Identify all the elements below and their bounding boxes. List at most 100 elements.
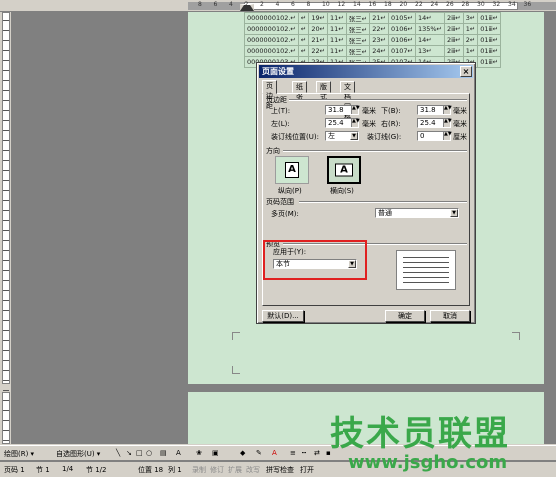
default-button[interactable]: 默认(D)... <box>262 310 304 322</box>
document-table[interactable]: 0000000102.↵ ↵ 19↵ 11↵ 张三↵ 21↵ 0105↵ 14↵ 2ⅲ↵ 3↵ 01… <box>244 12 502 68</box>
status-ovr[interactable]: 改写 <box>246 465 260 475</box>
table-cell[interactable]: 2ⅲ↵ <box>443 23 464 35</box>
table-cell[interactable]: 3↵ <box>462 12 479 24</box>
table-cell[interactable]: 11↵ <box>327 12 347 24</box>
top-margin-input[interactable]: 31.8 ▲▼ <box>325 105 360 115</box>
rectangle-tool-icon[interactable]: □ <box>136 449 143 457</box>
arrow-tool-icon[interactable]: ↘ <box>126 449 132 457</box>
tab-docgrid[interactable]: 文档网格 <box>340 81 355 121</box>
table-cell[interactable]: 2↵ <box>462 34 479 46</box>
table-cell[interactable]: 11↵ <box>327 34 347 46</box>
close-button[interactable]: × <box>460 66 472 77</box>
vertical-ruler[interactable] <box>0 12 12 444</box>
status-open[interactable]: 打开 <box>300 465 314 475</box>
table-cell[interactable]: 01ⅲ↵ <box>477 23 502 35</box>
landscape-button[interactable]: A <box>327 156 361 184</box>
table-cell[interactable]: 0106↵ <box>387 23 416 35</box>
table-cell[interactable]: 21↵ <box>308 34 329 46</box>
table-cell[interactable]: 0105↵ <box>387 12 416 24</box>
table-row[interactable]: 0000000102.↵ ↵ 21↵ 11↵ 张三↵ 23↵ 0106↵ 14↵ 2ⅲ↵ 2↵ 01… <box>244 34 502 46</box>
table-cell[interactable]: 0000000102.↵ <box>244 34 299 46</box>
clipart-tool-icon[interactable]: ❀ <box>196 449 202 457</box>
table-cell[interactable]: 张三↵ <box>345 23 371 35</box>
status-trk[interactable]: 修订 <box>210 465 224 475</box>
spin-arrows[interactable]: ▲▼ <box>351 106 360 114</box>
table-cell[interactable]: 张三↵ <box>345 34 371 46</box>
tab-layout[interactable]: 版式 <box>316 81 331 101</box>
font-color-icon[interactable]: A <box>272 449 277 457</box>
table-row[interactable]: 0000000102.↵ ↵ 22↵ 11↵ 张三↵ 24↵ 0107↵ 13↵ 2ⅲ↵ 1↵ 01… <box>244 45 502 57</box>
table-cell[interactable]: 0000000102.↵ <box>244 45 299 57</box>
table-cell[interactable]: 01ⅲ↵ <box>477 45 502 57</box>
table-cell[interactable]: 张三↵ <box>345 12 371 24</box>
ok-button[interactable]: 确定 <box>385 310 425 322</box>
landscape-label[interactable]: 横向(S) <box>330 186 354 196</box>
table-cell[interactable]: 11↵ <box>327 23 347 35</box>
table-cell[interactable]: 01ⅲ↵ <box>477 34 502 46</box>
table-cell[interactable]: 0000000102.↵ <box>244 12 299 24</box>
table-cell[interactable]: 24↵ <box>369 45 389 57</box>
table-cell[interactable]: 01ⅲ↵ <box>477 12 502 24</box>
table-cell[interactable]: 1↵ <box>462 45 479 57</box>
table-cell[interactable]: 135%↵ <box>414 23 445 35</box>
table-cell[interactable]: 1↵ <box>462 23 479 35</box>
table-cell[interactable]: 2ⅲ↵ <box>443 12 464 24</box>
left-margin-input[interactable]: 25.4 ▲▼ <box>325 118 360 128</box>
status-rec[interactable]: 录制 <box>192 465 206 475</box>
oval-tool-icon[interactable]: ○ <box>146 449 152 457</box>
table-cell[interactable]: 21↵ <box>369 12 389 24</box>
dialog-titlebar[interactable]: 页面设置 × <box>259 65 473 78</box>
bottom-margin-input[interactable]: 31.8 ▲▼ <box>417 105 452 115</box>
portrait-label[interactable]: 纵向(P) <box>278 186 302 196</box>
spin-arrows[interactable]: ▲▼ <box>443 119 452 127</box>
table-row[interactable]: 0000000102.↵ ↵ 20↵ 11↵ 张三↵ 22↵ 0106↵ 135%↵ 2ⅲ↵ 1↵… <box>244 23 502 35</box>
spin-arrows[interactable]: ▲▼ <box>351 119 360 127</box>
picture-tool-icon[interactable]: ▣ <box>212 449 219 457</box>
table-cell[interactable]: 2ⅲ↵ <box>443 34 464 46</box>
horizontal-ruler[interactable]: 8 6 4 2 2 4 6 8 10 12 14 16 18 20 22 24 26 28 30 32 34 36 <box>0 0 556 12</box>
gutter-pos-select[interactable]: 左 ▼ <box>325 131 359 141</box>
wordart-tool-icon[interactable]: A <box>176 449 181 457</box>
tab-paper[interactable]: 纸张 <box>292 81 307 101</box>
table-cell[interactable]: 11↵ <box>327 45 347 57</box>
table-row[interactable]: 0000000102.↵ ↵ 19↵ 11↵ 张三↵ 21↵ 0105↵ 14↵ 2ⅲ↵ 3↵ 01… <box>244 12 502 24</box>
gutter-input[interactable]: 0 ▲▼ <box>417 131 452 141</box>
table-cell[interactable]: 22↵ <box>308 45 329 57</box>
table-cell[interactable]: 23↵ <box>369 34 389 46</box>
arrow-style-icon[interactable]: ⇄ <box>314 449 320 457</box>
line-style-icon[interactable]: ≡ <box>290 449 296 457</box>
chevron-down-icon[interactable]: ▼ <box>350 132 358 140</box>
textbox-tool-icon[interactable]: ▤ <box>160 449 167 457</box>
table-cell[interactable]: 13↵ <box>414 45 445 57</box>
dash-style-icon[interactable]: ┅ <box>302 449 306 457</box>
fill-color-icon[interactable]: ◆ <box>240 449 245 457</box>
table-cell[interactable]: 01ⅲ↵ <box>477 56 502 68</box>
table-cell[interactable]: ↵ <box>297 34 310 46</box>
spin-arrows[interactable]: ▲▼ <box>443 132 452 140</box>
table-cell[interactable]: ↵ <box>297 12 310 24</box>
tab-margins[interactable]: 页边距 <box>262 80 277 110</box>
table-cell[interactable]: ↵ <box>297 45 310 57</box>
table-cell[interactable]: ↵ <box>297 23 310 35</box>
portrait-button[interactable]: A <box>275 156 309 184</box>
cancel-button[interactable]: 取消 <box>430 310 470 322</box>
right-margin-input[interactable]: 25.4 ▲▼ <box>417 118 452 128</box>
status-ext[interactable]: 扩展 <box>228 465 242 475</box>
table-cell[interactable]: 14↵ <box>414 12 445 24</box>
status-spell[interactable]: 拼写检查 <box>266 465 294 475</box>
draw-menu[interactable]: 绘图(R) ▾ <box>4 449 34 459</box>
line-color-icon[interactable]: ✎ <box>256 449 262 457</box>
table-cell[interactable]: 2ⅲ↵ <box>443 45 464 57</box>
autoshapes-menu[interactable]: 自选图形(U) ▾ <box>56 449 100 459</box>
table-cell[interactable]: 0107↵ <box>387 45 416 57</box>
table-cell[interactable]: 22↵ <box>369 23 389 35</box>
table-cell[interactable]: 19↵ <box>308 12 329 24</box>
chevron-down-icon[interactable]: ▼ <box>450 209 458 217</box>
line-tool-icon[interactable]: ╲ <box>116 449 120 457</box>
spin-arrows[interactable]: ▲▼ <box>443 106 452 114</box>
table-cell[interactable]: 张三↵ <box>345 45 371 57</box>
table-cell[interactable]: 20↵ <box>308 23 329 35</box>
table-cell[interactable]: 14↵ <box>414 34 445 46</box>
table-cell[interactable]: 0106↵ <box>387 34 416 46</box>
table-cell[interactable]: 0000000102.↵ <box>244 23 299 35</box>
